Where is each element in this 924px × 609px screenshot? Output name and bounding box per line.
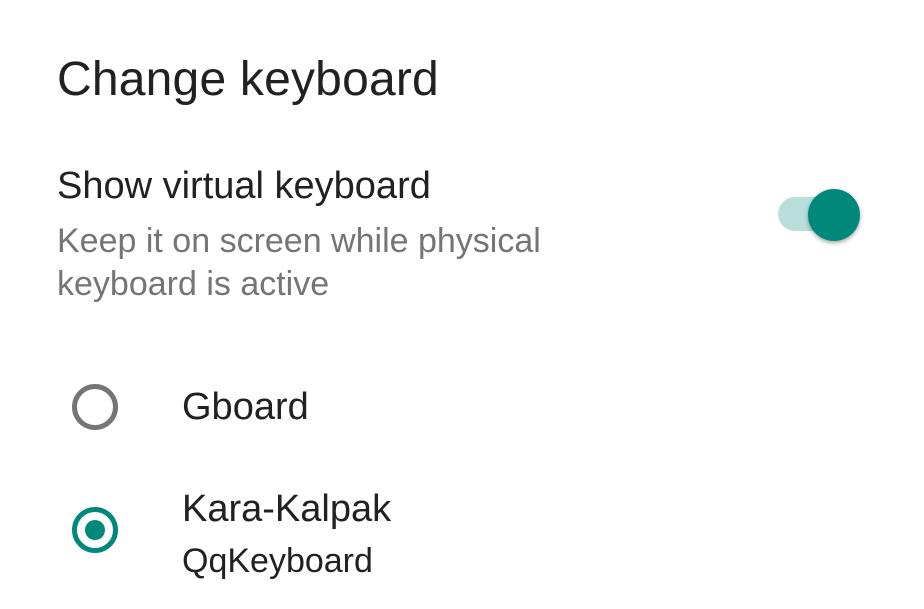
show-virtual-keyboard-summary: Keep it on screen while physical keyboar…: [57, 222, 541, 303]
show-virtual-keyboard-switch[interactable]: [778, 189, 862, 241]
keyboard-option-label: Kara-Kalpak: [182, 488, 392, 530]
keyboard-option-subtitle: QqKeyboard: [182, 542, 373, 580]
radio-button-unselected[interactable]: [72, 384, 118, 430]
keyboard-option-label: Gboard: [182, 386, 309, 428]
change-keyboard-dialog: Change keyboard Show virtual keyboard Ke…: [0, 0, 924, 609]
keyboard-option-kara-kalpak[interactable]: Kara-Kalpak QqKeyboard: [0, 482, 924, 592]
switch-thumb: [808, 189, 860, 241]
keyboard-option-gboard[interactable]: Gboard: [0, 370, 924, 450]
radio-selected-dot: [85, 520, 105, 540]
show-virtual-keyboard-label: Show virtual keyboard: [57, 165, 431, 207]
dialog-title: Change keyboard: [57, 53, 439, 106]
radio-button-selected[interactable]: [72, 507, 118, 553]
show-virtual-keyboard-row[interactable]: Show virtual keyboard Keep it on screen …: [0, 160, 924, 310]
